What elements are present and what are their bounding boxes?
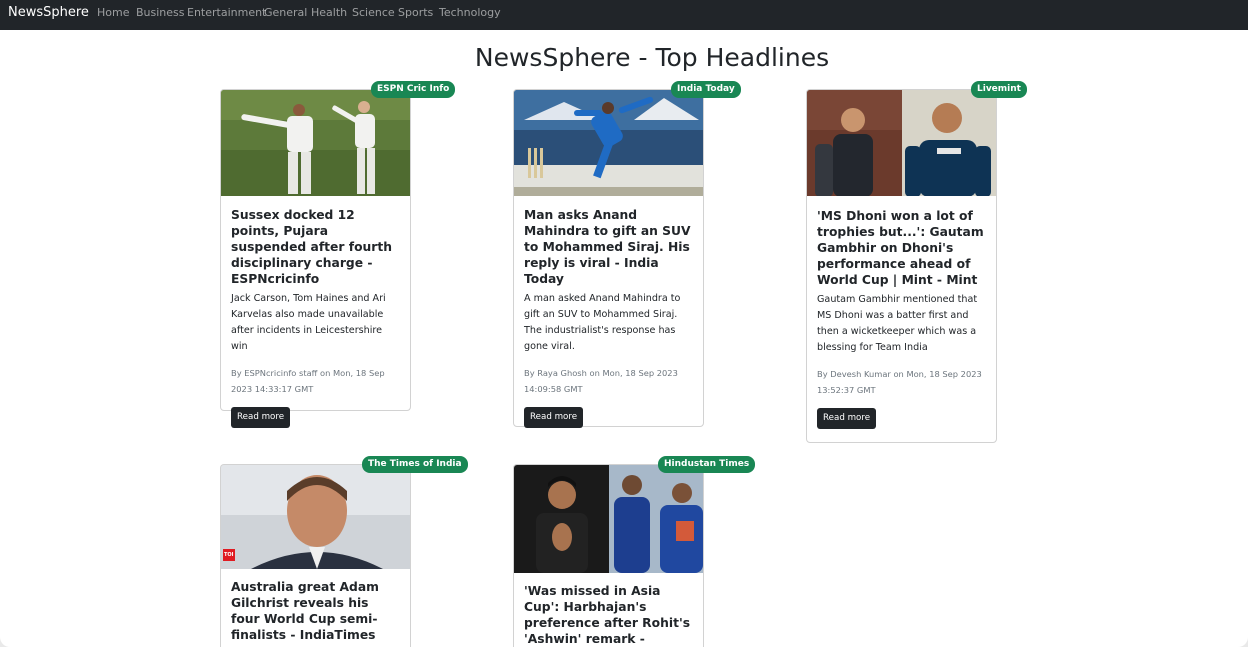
card-body: Sussex docked 12 points, Pujara suspende…: [231, 207, 401, 428]
nav-link-sports[interactable]: Sports: [398, 6, 433, 20]
card-description: Jack Carson, Tom Haines and Ari Karvelas…: [231, 293, 386, 352]
card-body: Australia great Adam Gilchrist reveals h…: [231, 579, 401, 643]
nav-link-general[interactable]: General: [264, 6, 307, 20]
card-description: A man asked Anand Mahindra to gift an SU…: [524, 293, 681, 352]
news-card: India Today Man asks Anand Mahindra to g…: [513, 81, 741, 428]
card-title: Sussex docked 12 points, Pujara suspende…: [231, 208, 392, 286]
source-badge: India Today: [671, 81, 741, 98]
nav-link-home[interactable]: Home: [97, 6, 129, 20]
nav-link-business[interactable]: Business: [136, 6, 185, 20]
top-navbar: NewsSphere Home Business Entertainment G…: [0, 0, 1248, 30]
navbar-brand[interactable]: NewsSphere: [8, 5, 89, 21]
news-card: Livemint 'MS Dhoni won a lot of trophies…: [806, 81, 1027, 443]
card-body: 'Was missed in Asia Cup': Harbhajan's pr…: [524, 583, 694, 647]
card-title: Man asks Anand Mahindra to gift an SUV t…: [524, 208, 691, 286]
source-badge: Livemint: [971, 81, 1027, 98]
card-image: [514, 465, 703, 573]
news-card: TOI The Times of India Australia great A…: [220, 456, 468, 647]
read-more-button[interactable]: Read more: [817, 408, 877, 429]
page-title: NewsSphere - Top Headlines: [474, 43, 830, 72]
toi-logo-icon: TOI: [224, 552, 234, 558]
read-more-button[interactable]: Read more: [231, 407, 291, 428]
card-meta: By Devesh Kumar on Mon, 18 Sep 2023 13:5…: [817, 369, 982, 395]
card-title: 'MS Dhoni won a lot of trophies but...':…: [817, 209, 984, 287]
source-badge: ESPN Cric Info: [371, 81, 456, 98]
nav-link-health[interactable]: Health: [311, 6, 347, 20]
nav-link-entertainment[interactable]: Entertainment: [187, 6, 266, 20]
card-meta: By Raya Ghosh on Mon, 18 Sep 2023 14:09:…: [524, 368, 678, 394]
nav-link-technology[interactable]: Technology: [439, 6, 501, 20]
card-body: Man asks Anand Mahindra to gift an SUV t…: [524, 207, 694, 428]
card-image: TOI: [221, 465, 410, 569]
card-meta: By ESPNcricinfo staff on Mon, 18 Sep 202…: [231, 368, 385, 394]
card-image: [807, 90, 996, 196]
card-body: 'MS Dhoni won a lot of trophies but...':…: [817, 208, 987, 429]
card-title: Australia great Adam Gilchrist reveals h…: [231, 580, 379, 642]
card-image: [221, 90, 410, 196]
source-badge: The Times of India: [362, 456, 468, 473]
news-card: ESPN Cric Info Sussex docked 12 points, …: [220, 81, 456, 428]
nav-link-science[interactable]: Science: [352, 6, 395, 20]
read-more-button[interactable]: Read more: [524, 407, 584, 428]
news-card: Hindustan Times 'Was missed in Asia Cup'…: [513, 456, 756, 647]
card-image: [514, 90, 703, 196]
card-description: Gautam Gambhir mentioned that MS Dhoni w…: [817, 294, 978, 353]
card-title: 'Was missed in Asia Cup': Harbhajan's pr…: [524, 584, 691, 646]
source-badge: Hindustan Times: [658, 456, 756, 473]
page: NewsSphere Home Business Entertainment G…: [0, 0, 1248, 647]
